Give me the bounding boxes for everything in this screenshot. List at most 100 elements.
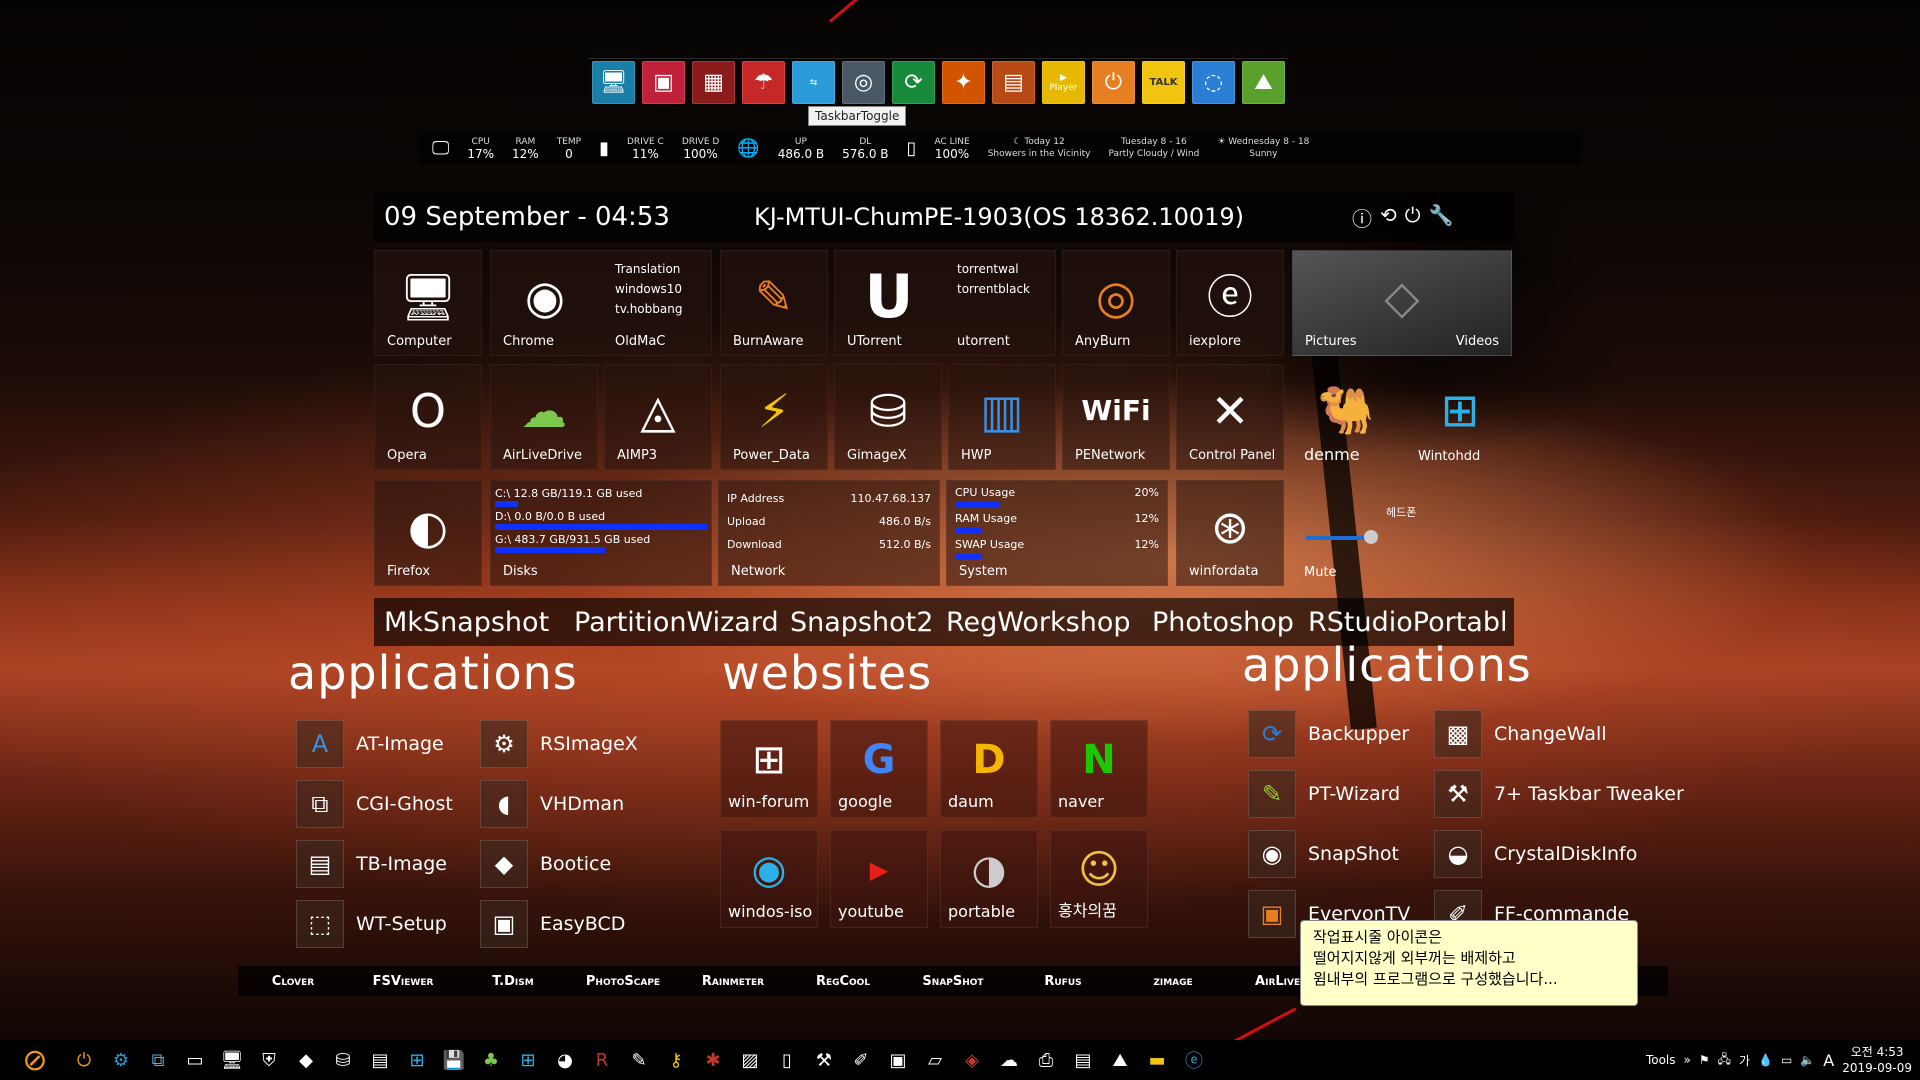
tile-firefox[interactable]: ◐ Firefox xyxy=(374,480,482,586)
red-box-icon[interactable]: ◈ xyxy=(958,1046,986,1074)
app-tb-image[interactable]: ▤ TB-Image xyxy=(296,840,447,888)
tile-iexplore[interactable]: ⓔ iexplore xyxy=(1176,250,1284,356)
tile-network[interactable]: IP Address 110.47.68.137 Upload 486.0 B/s … xyxy=(718,480,940,586)
power-icon[interactable]: ⏻ xyxy=(1092,61,1135,104)
tile-controlpanel[interactable]: ✕ Control Panel xyxy=(1176,364,1284,470)
quick-rainmeter[interactable]: Rainmeter xyxy=(678,974,788,989)
quick-fsviewer[interactable]: FSViewer xyxy=(348,974,458,989)
settings-icon[interactable]: ⚙ xyxy=(107,1046,135,1074)
windows-logo-icon[interactable]: ⊞ xyxy=(514,1046,542,1074)
diamond-icon[interactable]: ◆ xyxy=(292,1046,320,1074)
link-torrentwal[interactable]: torrentwal xyxy=(957,259,1030,279)
strip-snapshot2[interactable]: Snapshot2 xyxy=(790,607,946,638)
link-torrentblack[interactable]: torrentblack xyxy=(957,279,1030,299)
map-icon[interactable]: ⛰ xyxy=(1106,1046,1134,1074)
link-tvhobbang[interactable]: tv.hobbang xyxy=(615,299,682,319)
volume-slider[interactable] xyxy=(1306,536,1368,540)
videos-label[interactable]: Videos xyxy=(1456,334,1499,349)
tree-icon[interactable]: ♣ xyxy=(477,1046,505,1074)
app-rsimagex[interactable]: ⚙ RSImageX xyxy=(480,720,638,768)
note-icon[interactable]: ▱ xyxy=(921,1046,949,1074)
power-icon[interactable]: ⏻ xyxy=(70,1046,98,1074)
document-icon[interactable]: ▯ xyxy=(773,1046,801,1074)
tile-anyburn[interactable]: ◎ AnyBurn xyxy=(1062,250,1170,356)
clock[interactable]: 오전 4:53 2019-09-09 xyxy=(1842,1044,1912,1076)
floppy-icon[interactable]: 💾 xyxy=(440,1046,468,1074)
folder-icon[interactable]: ▬ xyxy=(1143,1046,1171,1074)
tile-opera[interactable]: O Opera xyxy=(374,364,482,470)
windows-icon[interactable]: ⊞ xyxy=(403,1046,431,1074)
volume-icon[interactable]: 🔈 xyxy=(1800,1053,1815,1067)
image-icon[interactable]: ▨ xyxy=(736,1046,764,1074)
app-changewall[interactable]: ▩ ChangeWall xyxy=(1434,710,1607,758)
app-pt-wizard[interactable]: ✎ PT-Wizard xyxy=(1248,770,1400,818)
ie-icon[interactable]: ⓔ xyxy=(1180,1046,1208,1074)
quick-tdism[interactable]: T.Dism xyxy=(458,974,568,989)
drive-icon[interactable]: ⛁ xyxy=(329,1046,357,1074)
app-crystaldiskinfo[interactable]: ◒ CrystalDiskInfo xyxy=(1434,830,1637,878)
quick-clover[interactable]: Clover xyxy=(238,974,348,989)
web-hongcha[interactable]: ☺ 홍차의꿈 xyxy=(1050,830,1148,928)
quick-zimage[interactable]: zimage xyxy=(1118,974,1228,989)
ring-icon[interactable]: ◌ xyxy=(1192,61,1235,104)
power-icon[interactable]: ⏻ xyxy=(1405,203,1421,232)
cmd-icon[interactable]: ▭ xyxy=(181,1046,209,1074)
strip-photoshop[interactable]: Photoshop xyxy=(1152,607,1308,638)
tile-aimp3[interactable]: ◬ AIMP3 xyxy=(604,364,712,470)
link-translation[interactable]: Translation xyxy=(615,259,682,279)
web-google[interactable]: Ggoogle xyxy=(830,720,928,818)
app-cgi-ghost[interactable]: ⧉ CGI-Ghost xyxy=(296,780,453,828)
tile-penetwork[interactable]: WiFi PENetwork xyxy=(1062,364,1170,470)
tile-utorrent[interactable]: U UTorrent torrentwal torrentblack utorr… xyxy=(834,250,1056,356)
strip-rstudio[interactable]: RStudioPortabl xyxy=(1308,607,1508,638)
restart-icon[interactable]: ⟲ xyxy=(1380,203,1397,232)
web-naver[interactable]: Nnaver xyxy=(1050,720,1148,818)
screen-icon[interactable]: ▣ xyxy=(642,61,685,104)
web-portable[interactable]: ◑ portable xyxy=(940,830,1038,928)
strip-partitionwizard[interactable]: PartitionWizard xyxy=(574,607,790,638)
map-icon[interactable]: ⛰ xyxy=(1242,61,1285,104)
quick-rufus[interactable]: Rufus xyxy=(1008,974,1118,989)
web-youtube[interactable]: ▶ youtube xyxy=(830,830,928,928)
web-windos-iso[interactable]: ◉ windos-iso xyxy=(720,830,818,928)
box-icon[interactable]: ▤ xyxy=(992,61,1035,104)
app-backupper[interactable]: ⟳ Backupper xyxy=(1248,710,1409,758)
tile-powerdata[interactable]: ⚡ Power_Data xyxy=(720,364,828,470)
app-snapshot[interactable]: ◉ SnapShot xyxy=(1248,830,1399,878)
paint-icon[interactable]: ✎ xyxy=(625,1046,653,1074)
cloud-icon[interactable]: ☁ xyxy=(995,1046,1023,1074)
tile-burnaware[interactable]: ✎ BurnAware xyxy=(720,250,828,356)
globe-icon[interactable]: ◕ xyxy=(551,1046,579,1074)
monitor-icon[interactable]: 🖥 xyxy=(218,1046,246,1074)
web-win-forum[interactable]: ⊞ win-forum xyxy=(720,720,818,818)
tile-computer[interactable]: 🖥 Computer xyxy=(374,250,482,356)
screen-icon[interactable]: ▣ xyxy=(884,1046,912,1074)
tools-label[interactable]: Tools xyxy=(1646,1053,1676,1067)
quick-photoscape[interactable]: PhotoScape xyxy=(568,974,678,989)
pen-icon[interactable]: ✐ xyxy=(847,1046,875,1074)
network-icon[interactable]: ⧉ xyxy=(144,1046,172,1074)
strip-mksnapshot[interactable]: MkSnapshot xyxy=(384,607,574,638)
pictures-label[interactable]: Pictures xyxy=(1305,334,1356,349)
quick-regcool[interactable]: RegCool xyxy=(788,974,898,989)
drop-icon[interactable]: 💧 xyxy=(1758,1053,1773,1067)
puzzle-icon[interactable]: ✦ xyxy=(942,61,985,104)
player-icon[interactable]: ▶ Player xyxy=(1042,61,1085,104)
quick-snapshot[interactable]: SnapShot xyxy=(898,974,1008,989)
shield-icon[interactable]: ⛨ xyxy=(255,1046,283,1074)
wrench-icon[interactable]: 🔧 xyxy=(1429,203,1454,232)
app-at-image[interactable]: A AT-Image xyxy=(296,720,444,768)
tile-airlivedrive[interactable]: ☁ AirLiveDrive xyxy=(490,364,598,470)
web-daum[interactable]: Ddaum xyxy=(940,720,1038,818)
network-tray-icon[interactable]: 🖧 xyxy=(1718,1050,1731,1071)
talk-icon[interactable]: TALK xyxy=(1142,61,1185,104)
disc-user-icon[interactable]: ◎ xyxy=(842,61,885,104)
info-icon[interactable]: ⓘ xyxy=(1352,203,1372,232)
app-vhdman[interactable]: ◖ VHDman xyxy=(480,780,624,828)
strip-regworkshop[interactable]: RegWorkshop xyxy=(946,607,1152,638)
grid-icon[interactable]: ▦ xyxy=(692,61,735,104)
monitor-tray-icon[interactable]: ▭ xyxy=(1781,1053,1792,1067)
tool-icon[interactable]: ⚒ xyxy=(810,1046,838,1074)
key-icon[interactable]: ⚷ xyxy=(662,1046,690,1074)
flag-icon[interactable]: ⚑ xyxy=(1699,1053,1710,1067)
